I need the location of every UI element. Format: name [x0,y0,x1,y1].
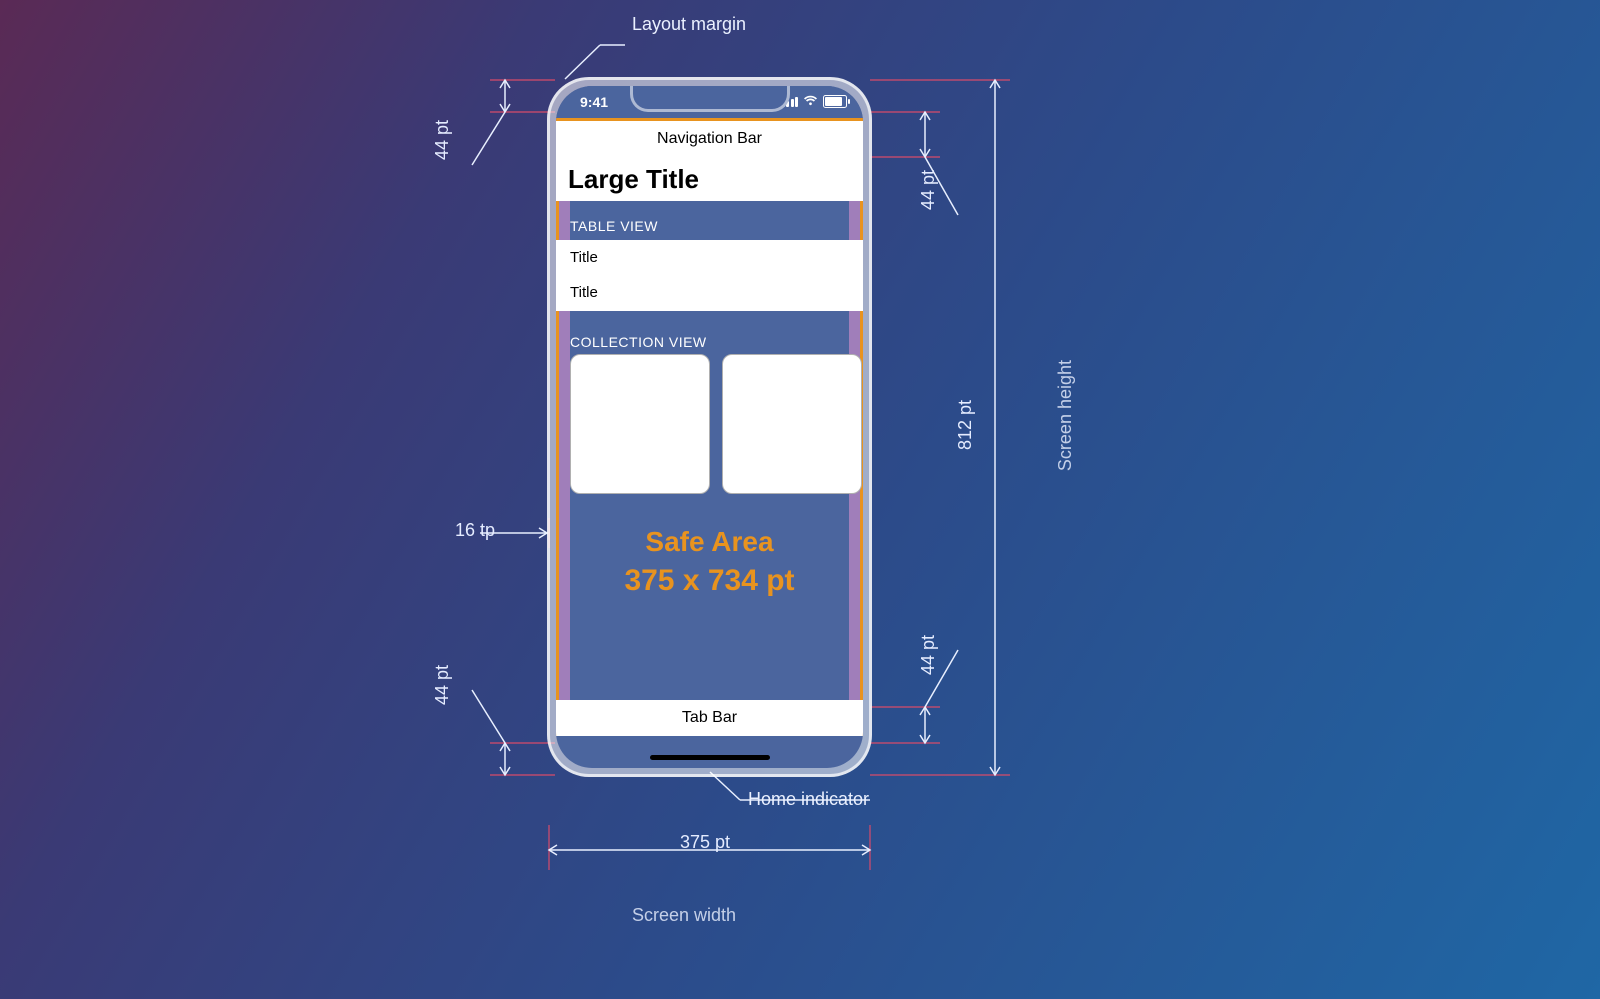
label-screen-width: Screen width [632,905,736,926]
dim-tabbar-44: 44 pt [918,635,939,675]
tab-bar-label: Tab Bar [682,709,737,727]
dim-statusbar-44: 44 pt [432,120,453,160]
label-home-indicator: Home indicator [748,789,869,810]
label-screen-height: Screen height [1055,360,1076,471]
dim-height-812: 812 pt [955,400,976,450]
large-title: Large Title [556,157,863,201]
notch [630,86,790,112]
label-layout-margin: Layout margin [632,14,746,35]
tab-bar[interactable]: Tab Bar [556,700,863,736]
safe-area-text: Safe Area 375 x 734 pt [556,526,863,598]
phone-frame: 9:41 Navigation Bar Large Title TABLE VI… [547,77,872,777]
status-time: 9:41 [580,94,608,110]
navigation-bar[interactable]: Navigation Bar [556,121,863,158]
battery-icon [823,95,847,108]
dim-margin-16: 16 tp [455,520,495,541]
table-row[interactable]: Title [556,240,863,275]
dim-homebar-44: 44 pt [432,665,453,705]
collection-cell[interactable] [722,354,862,494]
phone-screen: 9:41 Navigation Bar Large Title TABLE VI… [556,86,863,768]
dim-navbar-44: 44 pt [918,170,939,210]
status-icons [782,95,848,108]
navigation-bar-label: Navigation Bar [657,130,762,148]
wifi-icon [803,95,818,108]
dim-width-375: 375 pt [680,832,730,853]
home-indicator-bar[interactable] [650,755,770,760]
collection-view [570,354,862,494]
collection-cell[interactable] [570,354,710,494]
table-view-header: TABLE VIEW [570,218,658,234]
table-row[interactable]: Title [556,274,863,311]
collection-view-header: COLLECTION VIEW [570,334,707,350]
